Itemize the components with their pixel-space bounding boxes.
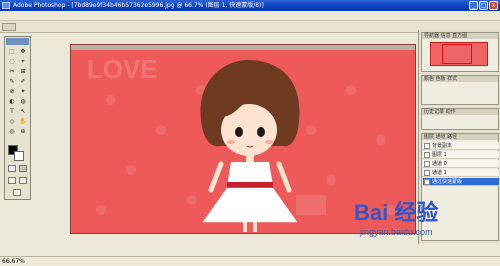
menu-bar[interactable]	[0, 11, 500, 21]
full-screen-mode-button[interactable]	[19, 177, 27, 184]
eye-icon[interactable]	[424, 143, 430, 149]
love-text: LOVE	[87, 54, 158, 84]
close-button[interactable]: x	[489, 1, 498, 10]
layers-tab[interactable]: 图层 通道 路径	[422, 134, 498, 140]
hand-tool-icon[interactable]: ✋	[18, 117, 28, 126]
layer-row[interactable]: 背景副本	[423, 142, 499, 150]
left-leg	[243, 222, 247, 232]
standard-mode-button[interactable]	[8, 165, 16, 172]
layer-row[interactable]: 通道 1	[423, 169, 499, 177]
window-title: Adobe Photoshop - [7bd89e9f34b46b57362e5…	[13, 2, 264, 9]
lasso-tool-icon[interactable]: ◌	[7, 57, 17, 66]
quick-mask-mode-button[interactable]	[19, 165, 27, 172]
maximize-button[interactable]: □	[479, 1, 488, 10]
crop-tool-icon[interactable]: ✂	[7, 67, 17, 76]
layer-row[interactable]: 通道 0	[423, 160, 499, 168]
right-eye	[257, 127, 265, 137]
canvas-decoration	[296, 195, 326, 215]
eraser-tool-icon[interactable]: ◐	[7, 97, 17, 106]
layer-row-selected[interactable]: 通过快速蒙版	[423, 178, 499, 186]
color-panel: 颜色 色板 样式	[421, 75, 499, 105]
jump-to-imageready-button[interactable]	[13, 189, 21, 196]
dress-sash	[227, 182, 273, 188]
left-eye	[235, 127, 243, 137]
move-tool-icon[interactable]: ✥	[18, 47, 28, 56]
status-bar: 66.67%	[0, 256, 500, 266]
layer-name: 背景副本	[432, 143, 453, 149]
color-tab[interactable]: 颜色 色板 样式	[422, 76, 498, 82]
toolbox: ⬚ ✥ ◌ ⌖ ✂ ⊞ ✎ ✐ ⊘ ✦ ◐ ◍ T ↖ ◇ ✋ ◎ ⊕	[4, 36, 31, 200]
navigator-view-box[interactable]	[442, 44, 472, 64]
right-leg	[253, 222, 257, 232]
tool-preset-picker[interactable]	[2, 23, 16, 31]
layer-row[interactable]: 图层 1	[423, 151, 499, 159]
zoom-level[interactable]: 66.67%	[2, 258, 25, 266]
baidu-logo: Bai 经验	[354, 200, 439, 225]
title-bar: Adobe Photoshop - [7bd89e9f34b46b57362e5…	[0, 0, 500, 11]
zoom-tool-icon[interactable]: ⊕	[18, 127, 28, 136]
pencil-tool-icon[interactable]: ✐	[18, 77, 28, 86]
brush-tool-icon[interactable]: ✎	[7, 77, 17, 86]
history-panel: 历史记录 动作	[421, 108, 499, 130]
magic-wand-tool-icon[interactable]: ⌖	[18, 57, 28, 66]
adobe-feather-icon[interactable]	[6, 38, 29, 45]
path-selection-tool-icon[interactable]: ↖	[18, 107, 28, 116]
eyedropper-tool-icon[interactable]: ◎	[7, 127, 17, 136]
layer-name: 通道 1	[432, 170, 447, 176]
layer-name: 通过快速蒙版	[432, 179, 463, 185]
eye-icon[interactable]	[424, 161, 430, 167]
right-cheek	[265, 140, 273, 144]
pen-tool-icon[interactable]: ◇	[7, 117, 17, 126]
navigator-tab[interactable]: 导航器 信息 直方图	[422, 33, 498, 39]
stamp-tool-icon[interactable]: ⊘	[7, 87, 17, 96]
neck	[246, 154, 254, 162]
photoshop-app-icon[interactable]	[2, 2, 10, 9]
minimize-button[interactable]: _	[469, 1, 478, 10]
marquee-tool-icon[interactable]: ⬚	[7, 47, 17, 56]
watermark-url: jingyan.baidu.com	[360, 227, 433, 237]
navigator-panel: 导航器 信息 直方图	[421, 32, 499, 72]
layer-name: 通道 0	[432, 161, 447, 167]
type-tool-icon[interactable]: T	[7, 107, 17, 116]
eye-icon[interactable]	[424, 179, 430, 185]
eye-icon[interactable]	[424, 170, 430, 176]
screen-mode-button[interactable]	[8, 177, 16, 184]
layer-name: 图层 1	[432, 152, 447, 158]
left-cheek	[227, 140, 235, 144]
girl-illustration	[200, 59, 300, 232]
baidu-jingyan-watermark: Bai 经验 jingyan.baidu.com	[354, 200, 494, 246]
gradient-tool-icon[interactable]: ◍	[18, 97, 28, 106]
history-tab[interactable]: 历史记录 动作	[422, 109, 498, 115]
eye-icon[interactable]	[424, 152, 430, 158]
history-brush-tool-icon[interactable]: ✦	[18, 87, 28, 96]
background-color-swatch[interactable]	[14, 151, 24, 161]
slice-tool-icon[interactable]: ⊞	[18, 67, 28, 76]
